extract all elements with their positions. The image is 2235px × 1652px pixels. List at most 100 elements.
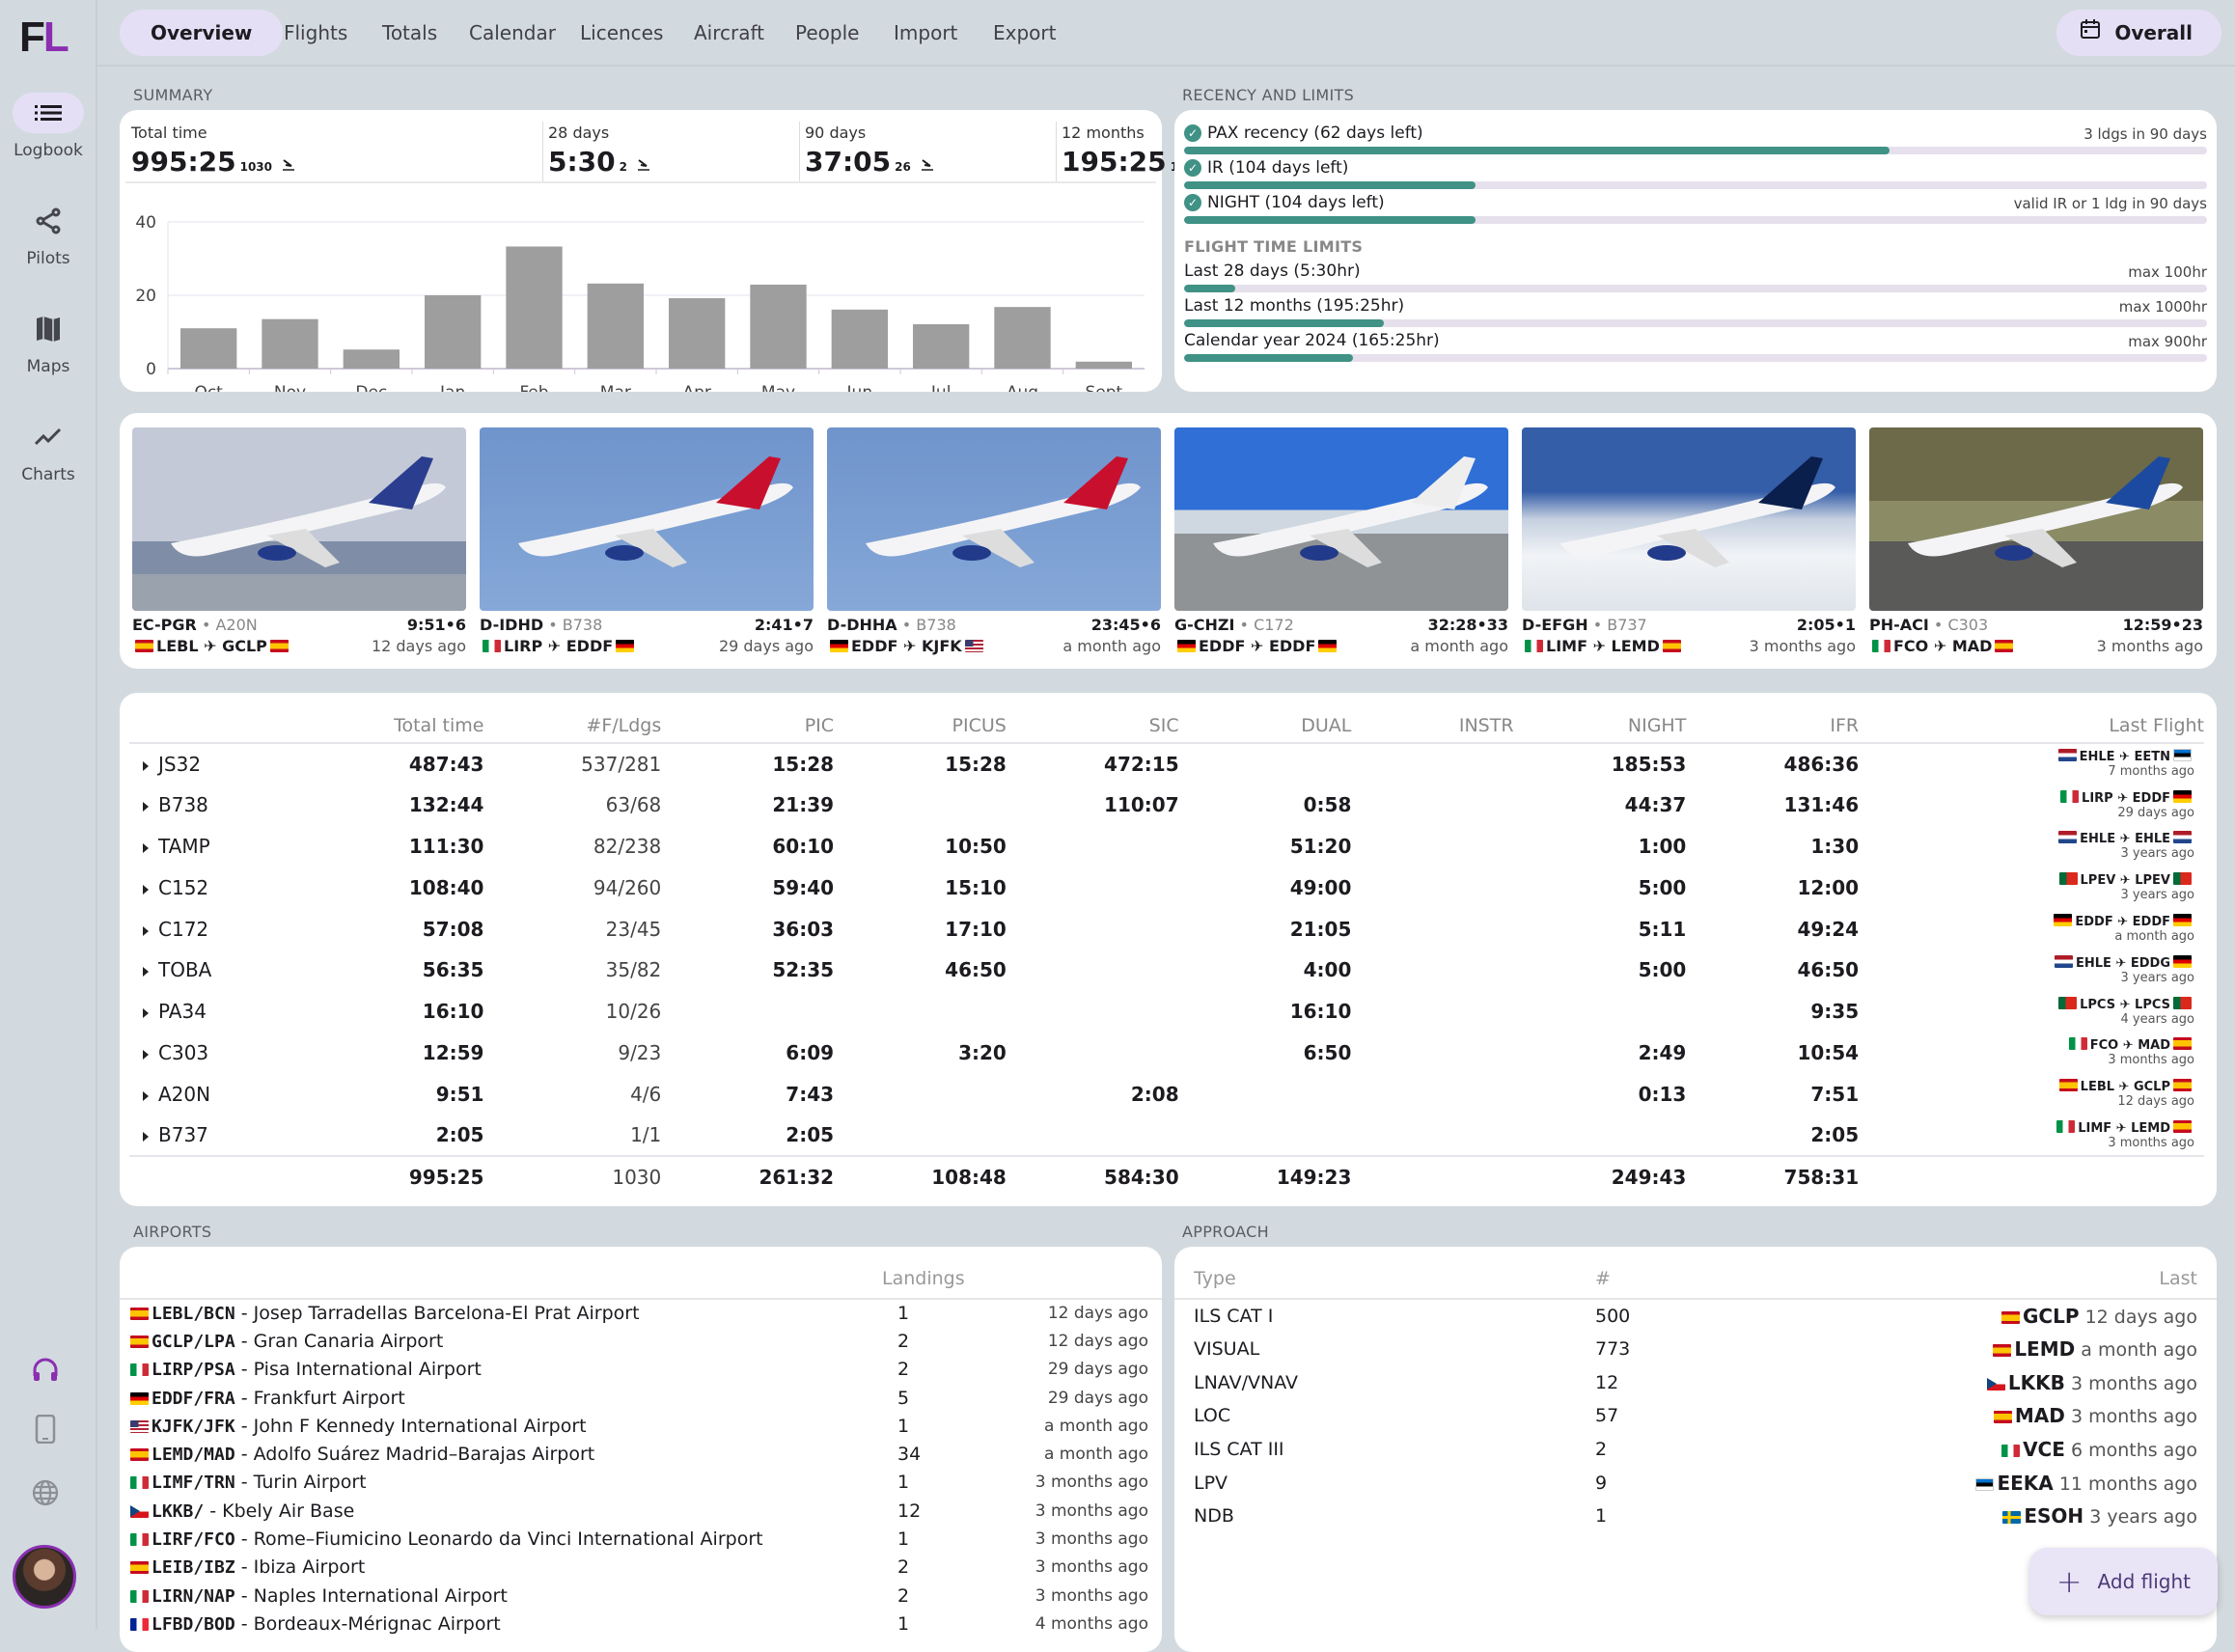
table-row[interactable]: A20N9:514/67:432:080:137:51LEBL ✈ GCLP12… bbox=[129, 1073, 2204, 1115]
landings-header[interactable]: Landings bbox=[882, 1247, 1027, 1299]
approach-row[interactable]: VISUAL773LEMD a month ago bbox=[1174, 1333, 2217, 1366]
tab-calendar[interactable]: Calendar bbox=[455, 10, 569, 56]
tab-people[interactable]: People bbox=[782, 10, 872, 56]
airport-row[interactable]: LIRN/NAP - Naples International Airport2… bbox=[120, 1582, 1162, 1610]
flag-icon bbox=[1995, 640, 2013, 652]
app-logo[interactable]: FL bbox=[19, 14, 68, 62]
globe-icon[interactable] bbox=[31, 1478, 60, 1511]
total-cell: 995:25 bbox=[352, 1156, 483, 1198]
airport-row[interactable]: LKKB/ - Kbely Air Base123 months ago bbox=[120, 1497, 1162, 1525]
cell: 12:00 bbox=[1686, 867, 1859, 908]
aircraft-type-expander[interactable]: B737 bbox=[129, 1115, 352, 1156]
table-row[interactable]: TAMP111:3082/23860:1010:5051:201:001:30E… bbox=[129, 826, 2204, 867]
aircraft-type-expander[interactable]: PA34 bbox=[129, 991, 352, 1032]
aircraft-type-expander[interactable]: C152 bbox=[129, 867, 352, 908]
airport-code: LEMD/MAD bbox=[152, 1445, 235, 1465]
tab-import[interactable]: Import bbox=[880, 10, 971, 56]
column-header[interactable]: Last Flight bbox=[1859, 693, 2204, 743]
airport-row[interactable]: LFBD/BOD - Bordeaux-Mérignac Airport14 m… bbox=[120, 1610, 1162, 1638]
avatar[interactable] bbox=[13, 1545, 76, 1609]
tab-export[interactable]: Export bbox=[980, 10, 1069, 56]
column-header[interactable]: Total time bbox=[352, 693, 483, 743]
column-header[interactable]: SIC bbox=[1007, 693, 1179, 743]
support-headset-icon[interactable] bbox=[31, 1357, 60, 1390]
approach-row[interactable]: LNAV/VNAV12LKKB 3 months ago bbox=[1174, 1365, 2217, 1399]
table-row[interactable]: B738132:4463/6821:39110:070:5844:37131:4… bbox=[129, 785, 2204, 826]
approach-row[interactable]: ILS CAT I500GCLP 12 days ago bbox=[1174, 1299, 2217, 1333]
approach-row[interactable]: NDB1ESOH 3 years ago bbox=[1174, 1500, 2217, 1533]
cell bbox=[1351, 1032, 1513, 1074]
approach-ago: 11 months ago bbox=[2059, 1473, 2197, 1495]
table-row[interactable]: PA3416:1010/2616:109:35LPCS ✈ LPCS4 year… bbox=[129, 991, 2204, 1032]
aircraft-photo[interactable] bbox=[480, 427, 814, 611]
tab-aircraft[interactable]: Aircraft bbox=[680, 10, 778, 56]
table-row[interactable]: C152108:4094/26059:4015:1049:005:0012:00… bbox=[129, 867, 2204, 908]
add-flight-button[interactable]: +Add flight bbox=[2029, 1548, 2218, 1615]
airport-last: 3 months ago bbox=[1027, 1554, 1162, 1582]
approach-row[interactable]: ILS CAT III2VCE 6 months ago bbox=[1174, 1433, 2217, 1467]
column-header[interactable]: #F/Ldgs bbox=[483, 693, 661, 743]
aircraft-reg[interactable]: EC-PGR bbox=[132, 616, 197, 634]
sidebar-item-maps[interactable]: Maps bbox=[0, 309, 97, 376]
aircraft-reg[interactable]: D-EFGH bbox=[1522, 616, 1588, 634]
column-header[interactable]: IFR bbox=[1686, 693, 1859, 743]
aircraft-photo[interactable] bbox=[132, 427, 466, 611]
column-header[interactable]: PIC bbox=[661, 693, 834, 743]
column-header[interactable] bbox=[129, 693, 352, 743]
table-row[interactable]: JS32487:43537/28115:2815:28472:15185:534… bbox=[129, 743, 2204, 785]
tab-totals[interactable]: Totals bbox=[369, 10, 451, 56]
airport-row[interactable]: LEIB/IBZ - Ibiza Airport23 months ago bbox=[120, 1554, 1162, 1582]
column-header[interactable]: NIGHT bbox=[1514, 693, 1687, 743]
approach-row[interactable]: LPV9EEKA 11 months ago bbox=[1174, 1466, 2217, 1500]
tab-licences[interactable]: Licences bbox=[566, 10, 676, 56]
phone-icon[interactable] bbox=[35, 1415, 56, 1447]
airport-row[interactable]: KJFK/JFK - John F Kennedy International … bbox=[120, 1412, 1162, 1440]
tab-flights[interactable]: Flights bbox=[270, 10, 361, 56]
aircraft-reg[interactable]: G-CHZI bbox=[1174, 616, 1234, 634]
flag-icon bbox=[1177, 640, 1196, 652]
column-header[interactable]: PICUS bbox=[834, 693, 1007, 743]
cell: 5:11 bbox=[1514, 908, 1687, 950]
table-row[interactable]: C17257:0823/4536:0317:1021:055:1149:24ED… bbox=[129, 908, 2204, 950]
aircraft-reg[interactable]: PH-ACI bbox=[1869, 616, 1929, 634]
table-row[interactable]: C30312:599/236:093:206:502:4910:54FCO ✈ … bbox=[129, 1032, 2204, 1074]
aircraft-type-expander[interactable]: A20N bbox=[129, 1073, 352, 1115]
column-header[interactable]: Last bbox=[1885, 1247, 2217, 1299]
approach-type: ILS CAT III bbox=[1174, 1433, 1595, 1467]
period-selector-button[interactable]: Overall bbox=[2056, 10, 2221, 56]
sidebar-item-pilots[interactable]: Pilots bbox=[0, 201, 97, 268]
airport-row[interactable]: LIRP/PSA - Pisa International Airport229… bbox=[120, 1356, 1162, 1384]
aircraft-photo[interactable] bbox=[1869, 427, 2203, 611]
aircraft-photo[interactable] bbox=[1522, 427, 1856, 611]
column-header[interactable]: DUAL bbox=[1179, 693, 1352, 743]
last-flight-ago: 12 days ago bbox=[1859, 1094, 2194, 1109]
airport-landings: 12 bbox=[882, 1497, 1027, 1525]
aircraft-type-expander[interactable]: C172 bbox=[129, 908, 352, 950]
aircraft-type-expander[interactable]: TOBA bbox=[129, 950, 352, 991]
aircraft-reg[interactable]: D-DHHA bbox=[827, 616, 897, 634]
airport-row[interactable]: LEMD/MAD - Adolfo Suárez Madrid–Barajas … bbox=[120, 1440, 1162, 1468]
airport-row[interactable]: LEBL/BCN - Josep Tarradellas Barcelona-E… bbox=[120, 1299, 1162, 1327]
tab-overview[interactable]: Overview bbox=[120, 10, 283, 56]
aircraft-type-expander[interactable]: TAMP bbox=[129, 826, 352, 867]
airport-row[interactable]: GCLP/LPA - Gran Canaria Airport212 days … bbox=[120, 1327, 1162, 1355]
approach-row[interactable]: LOC57MAD 3 months ago bbox=[1174, 1399, 2217, 1433]
column-header[interactable]: Type bbox=[1174, 1247, 1595, 1299]
aircraft-type-expander[interactable]: C303 bbox=[129, 1032, 352, 1074]
table-row[interactable]: B7372:051/12:052:05LIMF ✈ LEMD3 months a… bbox=[129, 1115, 2204, 1156]
aircraft-reg[interactable]: D-IDHD bbox=[480, 616, 543, 634]
airport-row[interactable]: EDDF/FRA - Frankfurt Airport529 days ago bbox=[120, 1384, 1162, 1412]
table-row[interactable]: TOBA56:3535/8252:3546:504:005:0046:50EHL… bbox=[129, 950, 2204, 991]
sidebar-item-charts[interactable]: Charts bbox=[0, 417, 97, 484]
aircraft-photo[interactable] bbox=[1174, 427, 1508, 611]
sidebar-item-logbook[interactable]: Logbook bbox=[0, 93, 97, 160]
column-header[interactable]: INSTR bbox=[1351, 693, 1513, 743]
column-header[interactable]: # bbox=[1595, 1247, 1885, 1299]
aircraft-photo[interactable] bbox=[827, 427, 1161, 611]
airport-row[interactable]: LIRF/FCO - Rome–Fiumicino Leonardo da Vi… bbox=[120, 1525, 1162, 1553]
aircraft-type-expander[interactable]: JS32 bbox=[129, 743, 352, 785]
sidebar-label: Charts bbox=[21, 465, 75, 484]
airport-row[interactable]: LIMF/TRN - Turin Airport13 months ago bbox=[120, 1469, 1162, 1497]
bar-may bbox=[750, 285, 806, 369]
aircraft-type-expander[interactable]: B738 bbox=[129, 785, 352, 826]
